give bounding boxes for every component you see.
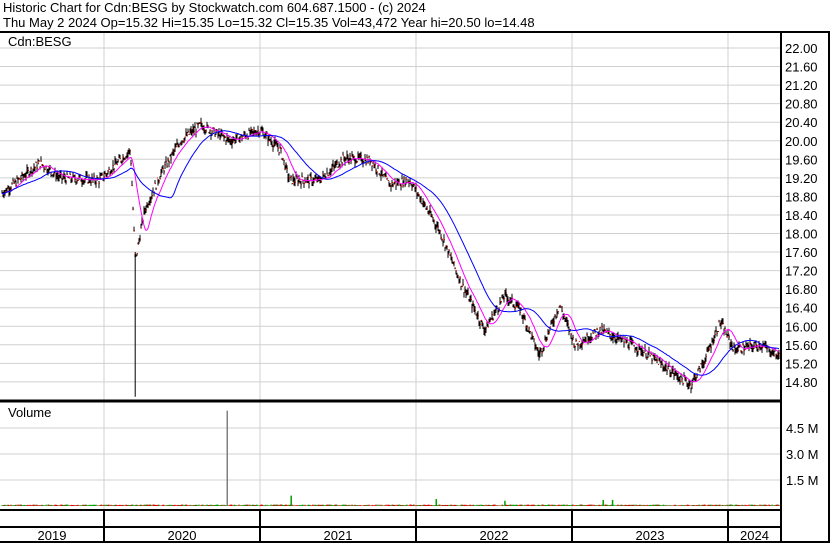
price-tick-label: 15.20 xyxy=(785,356,818,371)
volume-tick-label: 1.5 M xyxy=(786,473,819,488)
price-tick-label: 16.40 xyxy=(785,301,818,316)
price-tick-label: 15.60 xyxy=(785,338,818,353)
price-tick-label: 18.80 xyxy=(785,189,818,204)
long-moving-average-line xyxy=(1,130,780,376)
year-label: 2024 xyxy=(740,528,769,543)
price-tick-label: 18.40 xyxy=(785,208,818,223)
symbol-label: Cdn:BESG xyxy=(8,34,72,49)
volume-tick-label: 3.0 M xyxy=(786,447,819,462)
price-tick-label: 16.80 xyxy=(785,282,818,297)
price-tick-label: 20.40 xyxy=(785,115,818,130)
price-tick-label: 18.00 xyxy=(785,227,818,242)
price-tick-label: 16.00 xyxy=(785,319,818,334)
price-tick-label: 17.20 xyxy=(785,264,818,279)
volume-tick-label: 4.5 M xyxy=(786,421,819,436)
year-label: 2022 xyxy=(480,528,509,543)
year-label: 2023 xyxy=(636,528,665,543)
price-tick-label: 21.20 xyxy=(785,78,818,93)
year-label: 2020 xyxy=(168,528,197,543)
price-tick-label: 14.80 xyxy=(785,375,818,390)
price-tick-label: 21.60 xyxy=(785,60,818,75)
year-label: 2021 xyxy=(324,528,353,543)
short-moving-average-line xyxy=(1,126,780,383)
year-label: 2019 xyxy=(38,528,67,543)
price-tick-label: 20.80 xyxy=(785,97,818,112)
price-tick-label: 19.20 xyxy=(785,171,818,186)
volume-label: Volume xyxy=(8,405,51,420)
price-tick-label: 17.60 xyxy=(785,245,818,260)
price-tick-label: 19.60 xyxy=(785,152,818,167)
price-tick-label: 20.00 xyxy=(785,134,818,149)
chart-svg: Cdn:BESG Volume 22.00 21.60 21.20 20.80 20.4… xyxy=(0,31,830,543)
price-tick-label: 22.00 xyxy=(785,41,818,56)
chart-window: Historic Chart for Cdn:BESG by Stockwatc… xyxy=(0,0,830,543)
